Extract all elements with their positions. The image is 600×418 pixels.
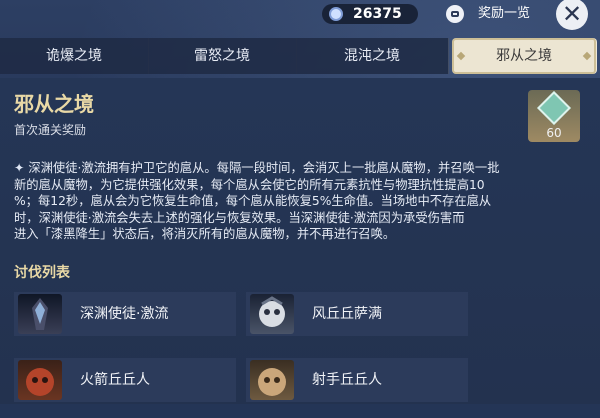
enemy-name: 深渊使徒·激流: [80, 306, 169, 322]
tab-label: 邪从之境: [496, 48, 552, 64]
tab-3[interactable]: 邪从之境: [452, 38, 597, 74]
anemo-samachurl-portrait: [250, 294, 294, 334]
reward-item[interactable]: 60: [528, 90, 580, 142]
currency-value: 26375: [353, 6, 402, 22]
primogem-icon: [329, 7, 343, 21]
domain-description: ✦ 深渊使徒·激流拥有护卫它的扈从。每隔一段时间，会消灭上一批扈从魔物，并召唤一批…: [14, 160, 586, 243]
close-icon: ✕: [561, 0, 583, 28]
reward-count: 60: [546, 126, 562, 140]
reward-gem-icon: [537, 91, 571, 125]
tab-label: 混沌之境: [344, 48, 400, 64]
description-line: 新的扈从魔物，为它提供强化效果，每个扈从会使它的所有元素抗性与物理抗性提高10: [14, 177, 485, 192]
enemy-name: 风丘丘萨满: [312, 306, 382, 322]
description-line: 时，深渊使徒·激流会失去上述的强化与恢复效果。当深渊使徒·激流因为承受伤害而: [14, 210, 465, 225]
tab-0[interactable]: 诡爆之境: [0, 38, 149, 74]
tab-label: 诡爆之境: [46, 48, 102, 64]
tab-label: 雷怒之境: [194, 48, 250, 64]
reward-list-label: 奖励一览: [478, 6, 531, 21]
enemy-name: 射手丘丘人: [312, 372, 382, 388]
sparkle-icon: ✦: [14, 161, 25, 175]
page-title: 邪从之境: [14, 92, 94, 116]
enemy-item[interactable]: 火箭丘丘人: [14, 358, 236, 402]
description-line: 深渊使徒·激流拥有护卫它的扈从。每隔一段时间，会消灭上一批扈从魔物，并召唤一批: [28, 161, 500, 175]
abyss-herald-portrait: [18, 294, 62, 334]
domain-tabs: 诡爆之境 雷怒之境 混沌之境 邪从之境: [0, 38, 600, 74]
enemy-item[interactable]: 风丘丘萨满: [246, 292, 468, 336]
tab-2[interactable]: 混沌之境: [296, 38, 449, 74]
enemy-list-title: 讨伐列表: [14, 265, 70, 281]
tab-1[interactable]: 雷怒之境: [148, 38, 297, 74]
currency-display: 26375: [322, 4, 418, 24]
first-clear-reward-label: 首次通关奖励: [14, 123, 87, 137]
description-line: %；每12秒，扈从会为它恢复生命值，每个扈从能恢复5%生命值。当场地中不存在扈从: [14, 194, 492, 209]
description-line: 进入「漆黑降生」状态后，将消灭所有的扈从魔物，并不再进行召唤。: [14, 227, 396, 242]
enemy-item[interactable]: 射手丘丘人: [246, 358, 468, 402]
close-button[interactable]: ✕: [556, 0, 588, 30]
enemy-name: 火箭丘丘人: [80, 372, 150, 388]
reward-list-icon: [446, 5, 464, 23]
top-bar: 26375 奖励一览 ✕: [0, 0, 600, 30]
hilichurl-shooter-portrait: [250, 360, 294, 400]
pyro-slinger-portrait: [18, 360, 62, 400]
enemy-item[interactable]: 深渊使徒·激流: [14, 292, 236, 336]
